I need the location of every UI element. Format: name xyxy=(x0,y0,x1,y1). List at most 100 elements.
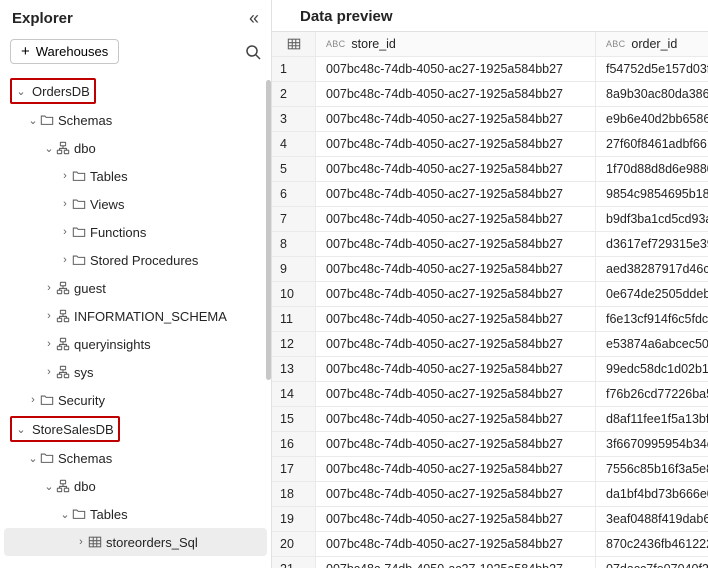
table-row[interactable]: 3007bc48c-74db-4050-ac27-1925a584bb27e9b… xyxy=(272,107,708,132)
row-number: 21 xyxy=(272,557,316,568)
tree-node-sys[interactable]: › sys xyxy=(4,358,267,386)
table-row[interactable]: 10007bc48c-74db-4050-ac27-1925a584bb270e… xyxy=(272,282,708,307)
scrollbar[interactable] xyxy=(266,80,271,380)
tree-node-tables-2[interactable]: ⌄ Tables xyxy=(4,500,267,528)
cell-order-id[interactable]: 870c2436fb461222 xyxy=(596,532,708,556)
table-row[interactable]: 14007bc48c-74db-4050-ac27-1925a584bb27f7… xyxy=(272,382,708,407)
table-row[interactable]: 6007bc48c-74db-4050-ac27-1925a584bb27985… xyxy=(272,182,708,207)
table-row[interactable]: 5007bc48c-74db-4050-ac27-1925a584bb271f7… xyxy=(272,157,708,182)
table-row[interactable]: 9007bc48c-74db-4050-ac27-1925a584bb27aed… xyxy=(272,257,708,282)
cell-order-id[interactable]: 99edc58dc1d02b11 xyxy=(596,357,708,381)
cell-store-id[interactable]: 007bc48c-74db-4050-ac27-1925a584bb27 xyxy=(316,57,596,81)
row-number: 9 xyxy=(272,257,316,281)
chevron-right-icon: › xyxy=(26,394,40,406)
tree-node-security[interactable]: › Security xyxy=(4,386,267,414)
cell-order-id[interactable]: da1bf4bd73b666e0 xyxy=(596,482,708,506)
cell-store-id[interactable]: 007bc48c-74db-4050-ac27-1925a584bb27 xyxy=(316,407,596,431)
cell-order-id[interactable]: 9854c9854695b185 xyxy=(596,182,708,206)
row-number: 16 xyxy=(272,432,316,456)
table-row[interactable]: 4007bc48c-74db-4050-ac27-1925a584bb2727f… xyxy=(272,132,708,157)
cell-store-id[interactable]: 007bc48c-74db-4050-ac27-1925a584bb27 xyxy=(316,482,596,506)
schema-icon xyxy=(56,281,70,295)
cell-order-id[interactable]: 8a9b30ac80da3860 xyxy=(596,82,708,106)
cell-store-id[interactable]: 007bc48c-74db-4050-ac27-1925a584bb27 xyxy=(316,282,596,306)
table-row[interactable]: 12007bc48c-74db-4050-ac27-1925a584bb27e5… xyxy=(272,332,708,357)
cell-store-id[interactable]: 007bc48c-74db-4050-ac27-1925a584bb27 xyxy=(316,332,596,356)
table-row[interactable]: 13007bc48c-74db-4050-ac27-1925a584bb2799… xyxy=(272,357,708,382)
cell-order-id[interactable]: 7556c85b16f3a5e8 xyxy=(596,457,708,481)
cell-store-id[interactable]: 007bc48c-74db-4050-ac27-1925a584bb27 xyxy=(316,157,596,181)
cell-store-id[interactable]: 007bc48c-74db-4050-ac27-1925a584bb27 xyxy=(316,457,596,481)
cell-store-id[interactable]: 007bc48c-74db-4050-ac27-1925a584bb27 xyxy=(316,532,596,556)
cell-store-id[interactable]: 007bc48c-74db-4050-ac27-1925a584bb27 xyxy=(316,382,596,406)
cell-order-id[interactable]: d3617ef729315e39 xyxy=(596,232,708,256)
cell-store-id[interactable]: 007bc48c-74db-4050-ac27-1925a584bb27 xyxy=(316,507,596,531)
tree-node-guest[interactable]: › guest xyxy=(4,274,267,302)
table-row[interactable]: 1007bc48c-74db-4050-ac27-1925a584bb27f54… xyxy=(272,57,708,82)
cell-order-id[interactable]: 07dacc7fe07040f20 xyxy=(596,557,708,568)
table-row[interactable]: 11007bc48c-74db-4050-ac27-1925a584bb27f6… xyxy=(272,307,708,332)
cell-order-id[interactable]: 0e674de2505ddeb xyxy=(596,282,708,306)
collapse-panel-icon[interactable]: « xyxy=(249,8,259,29)
tree-node-dbo-2[interactable]: ⌄ dbo xyxy=(4,472,267,500)
cell-order-id[interactable]: 1f70d88d8d6e9880 xyxy=(596,157,708,181)
cell-order-id[interactable]: b9df3ba1cd5cd93a xyxy=(596,207,708,231)
cell-order-id[interactable]: 3eaf0488f419dab6 xyxy=(596,507,708,531)
column-header-store-id[interactable]: ABC store_id xyxy=(316,32,596,56)
tree-node-dbo[interactable]: ⌄ dbo xyxy=(4,134,267,162)
folder-icon xyxy=(72,507,86,521)
tree-node-functions[interactable]: › Functions xyxy=(4,218,267,246)
cell-order-id[interactable]: f54752d5e157d03f6 xyxy=(596,57,708,81)
cell-store-id[interactable]: 007bc48c-74db-4050-ac27-1925a584bb27 xyxy=(316,207,596,231)
cell-order-id[interactable]: e53874a6abcec503 xyxy=(596,332,708,356)
cell-order-id[interactable]: f6e13cf914f6c5fdcb xyxy=(596,307,708,331)
cell-store-id[interactable]: 007bc48c-74db-4050-ac27-1925a584bb27 xyxy=(316,107,596,131)
search-icon[interactable] xyxy=(245,44,261,60)
tree-node-views[interactable]: › Views xyxy=(4,190,267,218)
tree-node-storeorders-sql[interactable]: › storeorders_Sql xyxy=(4,528,267,556)
cell-store-id[interactable]: 007bc48c-74db-4050-ac27-1925a584bb27 xyxy=(316,132,596,156)
folder-icon xyxy=(40,393,54,407)
cell-store-id[interactable]: 007bc48c-74db-4050-ac27-1925a584bb27 xyxy=(316,307,596,331)
tree-node-schemas-2[interactable]: ⌄ Schemas xyxy=(4,444,267,472)
cell-order-id[interactable]: e9b6e40d2bb65861 xyxy=(596,107,708,131)
row-number: 12 xyxy=(272,332,316,356)
table-row[interactable]: 21007bc48c-74db-4050-ac27-1925a584bb2707… xyxy=(272,557,708,568)
table-row[interactable]: 16007bc48c-74db-4050-ac27-1925a584bb273f… xyxy=(272,432,708,457)
table-row[interactable]: 18007bc48c-74db-4050-ac27-1925a584bb27da… xyxy=(272,482,708,507)
tree-node-queryinsights[interactable]: › queryinsights xyxy=(4,330,267,358)
cell-store-id[interactable]: 007bc48c-74db-4050-ac27-1925a584bb27 xyxy=(316,257,596,281)
table-row[interactable]: 17007bc48c-74db-4050-ac27-1925a584bb2775… xyxy=(272,457,708,482)
cell-store-id[interactable]: 007bc48c-74db-4050-ac27-1925a584bb27 xyxy=(316,557,596,568)
cell-store-id[interactable]: 007bc48c-74db-4050-ac27-1925a584bb27 xyxy=(316,357,596,381)
tree-node-schemas[interactable]: ⌄ Schemas xyxy=(4,106,267,134)
folder-icon xyxy=(72,253,86,267)
cell-store-id[interactable]: 007bc48c-74db-4050-ac27-1925a584bb27 xyxy=(316,232,596,256)
table-row[interactable]: 7007bc48c-74db-4050-ac27-1925a584bb27b9d… xyxy=(272,207,708,232)
chevron-down-icon[interactable]: ⌄ xyxy=(14,423,28,436)
table-row[interactable]: 19007bc48c-74db-4050-ac27-1925a584bb273e… xyxy=(272,507,708,532)
cell-store-id[interactable]: 007bc48c-74db-4050-ac27-1925a584bb27 xyxy=(316,82,596,106)
tree-node-information-schema[interactable]: › INFORMATION_SCHEMA xyxy=(4,302,267,330)
cell-order-id[interactable]: f76b26cd77226ba5 xyxy=(596,382,708,406)
chevron-down-icon[interactable]: ⌄ xyxy=(14,85,28,98)
table-row[interactable]: 8007bc48c-74db-4050-ac27-1925a584bb27d36… xyxy=(272,232,708,257)
tree-node-tables[interactable]: › Tables xyxy=(4,162,267,190)
tree-node-ordersdb[interactable]: OrdersDB xyxy=(32,84,90,99)
cell-store-id[interactable]: 007bc48c-74db-4050-ac27-1925a584bb27 xyxy=(316,432,596,456)
cell-order-id[interactable]: aed38287917d46c0 xyxy=(596,257,708,281)
tree-node-stored-procedures[interactable]: › Stored Procedures xyxy=(4,246,267,274)
cell-order-id[interactable]: 3f6670995954b34c xyxy=(596,432,708,456)
cell-store-id[interactable]: 007bc48c-74db-4050-ac27-1925a584bb27 xyxy=(316,182,596,206)
row-number: 7 xyxy=(272,207,316,231)
column-header-order-id[interactable]: ABC order_id xyxy=(596,32,708,56)
table-row[interactable]: 2007bc48c-74db-4050-ac27-1925a584bb278a9… xyxy=(272,82,708,107)
chevron-right-icon: › xyxy=(42,310,56,322)
cell-order-id[interactable]: 27f60f8461adbf66 xyxy=(596,132,708,156)
cell-order-id[interactable]: d8af11fee1f5a13bf xyxy=(596,407,708,431)
tree-node-storesalesdb[interactable]: StoreSalesDB xyxy=(32,422,114,437)
table-row[interactable]: 15007bc48c-74db-4050-ac27-1925a584bb27d8… xyxy=(272,407,708,432)
row-header-corner[interactable] xyxy=(272,32,316,56)
add-warehouses-button[interactable]: + Warehouses xyxy=(10,39,119,64)
table-row[interactable]: 20007bc48c-74db-4050-ac27-1925a584bb2787… xyxy=(272,532,708,557)
